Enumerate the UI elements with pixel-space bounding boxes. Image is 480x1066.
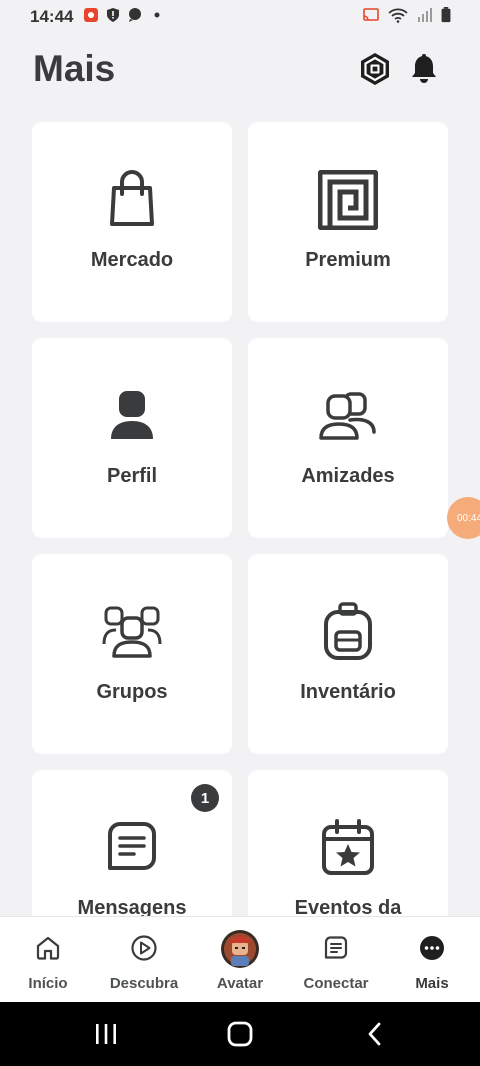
backpack-icon — [324, 602, 372, 660]
status-time: 14:44 — [30, 7, 74, 26]
battery-icon — [441, 7, 451, 23]
home-button[interactable] — [220, 1016, 260, 1052]
tile-label: Perfil — [106, 465, 158, 487]
tab-discover[interactable]: Descubra — [96, 917, 192, 1003]
tab-connect[interactable]: Conectar — [288, 917, 384, 1003]
tile-events[interactable]: Eventos da — [248, 770, 448, 916]
unread-badge: 1 — [191, 784, 219, 812]
chat-icon — [324, 936, 348, 959]
tab-label: Mais — [415, 975, 449, 992]
tab-avatar[interactable]: Avatar — [192, 917, 288, 1003]
tab-label: Conectar — [303, 975, 369, 992]
tile-premium[interactable]: Premium — [248, 122, 448, 322]
shopping-bag-icon — [110, 170, 154, 226]
recents-icon — [96, 1024, 116, 1044]
back-chevron-icon — [368, 1022, 381, 1046]
tile-profile[interactable]: Perfil — [32, 338, 232, 538]
friends-icon — [319, 392, 376, 440]
more-menu-grid: Mercado Premium Perfil Amizades Grupos I… — [32, 122, 448, 916]
back-button[interactable] — [355, 1016, 395, 1052]
tile-marketplace[interactable]: Mercado — [32, 122, 232, 322]
bottom-tab-bar: Início Descubra Avatar Conectar Mais — [0, 916, 480, 1003]
dot-icon — [154, 12, 160, 18]
person-icon — [111, 391, 153, 439]
system-navigation-bar — [0, 1002, 480, 1066]
screen-recorder-bubble[interactable]: 00:44 — [447, 497, 480, 539]
tab-label: Avatar — [216, 975, 264, 992]
tile-label: Mensagens — [77, 897, 187, 916]
tile-label: Inventário — [300, 681, 396, 703]
tab-label: Descubra — [109, 975, 179, 992]
tab-more[interactable]: Mais — [384, 917, 480, 1003]
page-title: Mais — [33, 48, 116, 89]
shield-icon — [107, 8, 119, 22]
home-square-icon — [227, 1021, 253, 1047]
tile-label: Grupos — [96, 681, 168, 703]
tile-messages[interactable]: 1 Mensagens — [32, 770, 232, 916]
system-icons — [362, 7, 452, 23]
play-circle-icon — [131, 935, 157, 961]
tile-label: Premium — [305, 249, 391, 271]
recent-apps-button[interactable] — [86, 1016, 126, 1052]
calendar-star-icon — [322, 819, 374, 875]
tile-friends[interactable]: Amizades — [248, 338, 448, 538]
tile-label: Amizades — [301, 465, 395, 487]
tab-home[interactable]: Início — [0, 917, 96, 1003]
tab-label: Início — [28, 975, 68, 992]
chat-bubble-icon — [129, 8, 141, 22]
robux-icon — [361, 53, 389, 85]
avatar-icon — [221, 930, 259, 968]
tile-inventory[interactable]: Inventário — [248, 554, 448, 754]
cast-icon — [363, 8, 379, 21]
status-bar: 14:44 — [0, 0, 480, 34]
more-dots-icon — [420, 936, 444, 960]
robux-button[interactable] — [358, 52, 392, 86]
premium-icon — [318, 170, 378, 230]
groups-icon — [102, 606, 162, 658]
tile-label: Mercado — [90, 249, 174, 271]
bell-icon — [412, 54, 436, 83]
recorder-time: 00:44 — [457, 512, 480, 524]
wifi-icon — [388, 8, 408, 23]
tile-groups[interactable]: Grupos — [32, 554, 232, 754]
tile-label: Eventos da — [294, 897, 402, 916]
page-header: Mais — [0, 44, 480, 100]
message-icon — [108, 822, 156, 870]
app-notification-icon — [84, 8, 98, 22]
signal-icon — [418, 8, 432, 22]
home-icon — [36, 936, 60, 960]
notification-icons — [83, 7, 165, 23]
notifications-button[interactable] — [407, 52, 441, 86]
